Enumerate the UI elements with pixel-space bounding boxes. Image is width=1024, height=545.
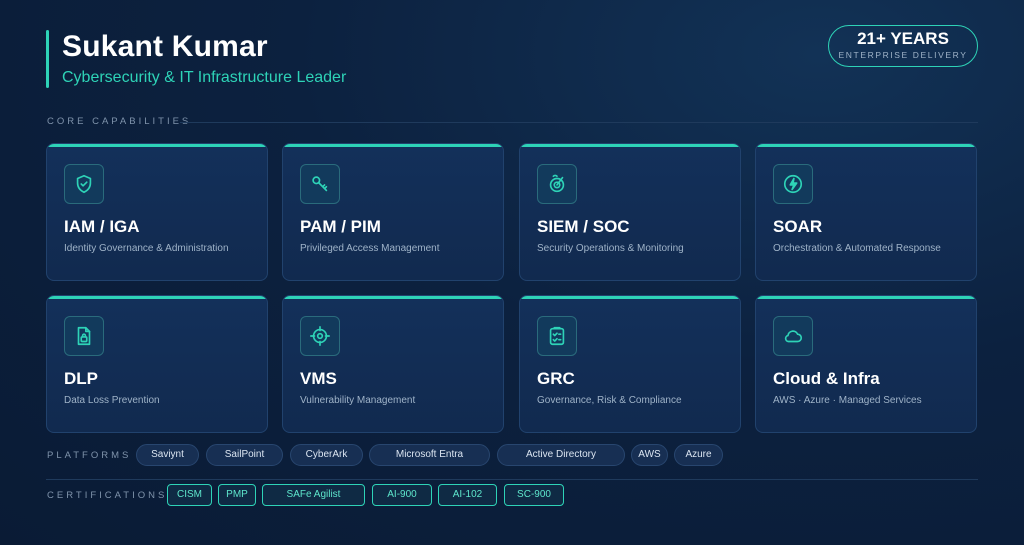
capability-description: Orchestration & Automated Response bbox=[773, 243, 941, 254]
radar-icon bbox=[537, 164, 577, 204]
capability-title: DLP bbox=[64, 369, 98, 388]
card-accent bbox=[283, 144, 503, 147]
card-accent bbox=[520, 144, 740, 147]
card-accent bbox=[756, 296, 976, 299]
section-label-certifications: CERTIFICATIONS bbox=[47, 490, 168, 501]
card-accent bbox=[283, 296, 503, 299]
platform-tag: AWS bbox=[631, 444, 668, 466]
platform-tag: Azure bbox=[674, 444, 723, 466]
capability-title: SOAR bbox=[773, 217, 823, 236]
capability-description: Governance, Risk & Compliance bbox=[537, 395, 682, 406]
card-accent bbox=[520, 296, 740, 299]
card-accent bbox=[756, 144, 976, 147]
capability-title: IAM / IGA bbox=[64, 217, 140, 236]
cloud-icon bbox=[773, 316, 813, 356]
platform-tag: SailPoint bbox=[206, 444, 283, 466]
header: Sukant Kumar Cybersecurity & IT Infrastr… bbox=[46, 30, 346, 88]
capability-card-pam: PAM / PIM Privileged Access Management bbox=[282, 143, 504, 281]
profile-role: Cybersecurity & IT Infrastructure Leader bbox=[62, 69, 347, 86]
capability-card-cloud: Cloud & Infra AWS · Azure · Managed Serv… bbox=[755, 295, 977, 433]
capability-title: GRC bbox=[537, 369, 575, 388]
capability-description: AWS · Azure · Managed Services bbox=[773, 395, 922, 406]
capability-card-siem: SIEM / SOC Security Operations & Monitor… bbox=[519, 143, 741, 281]
divider bbox=[180, 122, 978, 123]
section-label-core: CORE CAPABILITIES bbox=[47, 116, 192, 127]
certification-tag: AI-900 bbox=[372, 484, 432, 506]
capability-card-soar: SOAR Orchestration & Automated Response bbox=[755, 143, 977, 281]
shield-check-icon bbox=[64, 164, 104, 204]
capability-title: Cloud & Infra bbox=[773, 369, 880, 388]
divider bbox=[46, 479, 978, 480]
capability-description: Security Operations & Monitoring bbox=[537, 243, 684, 254]
bolt-icon bbox=[773, 164, 813, 204]
certification-tag: AI-102 bbox=[438, 484, 497, 506]
certification-tag: PMP bbox=[218, 484, 256, 506]
capability-description: Data Loss Prevention bbox=[64, 395, 160, 406]
key-icon bbox=[300, 164, 340, 204]
card-accent bbox=[47, 144, 267, 147]
crosshair-icon bbox=[300, 316, 340, 356]
capability-card-iam: IAM / IGA Identity Governance & Administ… bbox=[46, 143, 268, 281]
capability-card-vms: VMS Vulnerability Management bbox=[282, 295, 504, 433]
capability-card-dlp: DLP Data Loss Prevention bbox=[46, 295, 268, 433]
certification-tag: SAFe Agilist bbox=[262, 484, 365, 506]
experience-subtitle: ENTERPRISE DELIVERY bbox=[838, 50, 968, 60]
experience-years: 21+ YEARS bbox=[857, 29, 949, 48]
platform-tag: Microsoft Entra bbox=[369, 444, 490, 466]
capability-title: VMS bbox=[300, 369, 337, 388]
platform-tag: CyberArk bbox=[290, 444, 363, 466]
capability-description: Identity Governance & Administration bbox=[64, 243, 229, 254]
card-accent bbox=[47, 296, 267, 299]
capability-title: PAM / PIM bbox=[300, 217, 381, 236]
capability-description: Vulnerability Management bbox=[300, 395, 416, 406]
experience-badge: 21+ YEARS ENTERPRISE DELIVERY bbox=[828, 25, 978, 67]
certification-tag: SC-900 bbox=[504, 484, 564, 506]
capability-card-grc: GRC Governance, Risk & Compliance bbox=[519, 295, 741, 433]
section-label-platforms: PLATFORMS bbox=[47, 450, 132, 461]
capability-title: SIEM / SOC bbox=[537, 217, 630, 236]
header-accent-bar bbox=[46, 30, 49, 88]
capability-description: Privileged Access Management bbox=[300, 243, 440, 254]
profile-name: Sukant Kumar bbox=[62, 30, 268, 63]
certification-tag: CISM bbox=[167, 484, 212, 506]
platform-tag: Active Directory bbox=[497, 444, 625, 466]
clipboard-check-icon bbox=[537, 316, 577, 356]
file-lock-icon bbox=[64, 316, 104, 356]
platform-tag: Saviynt bbox=[136, 444, 199, 466]
